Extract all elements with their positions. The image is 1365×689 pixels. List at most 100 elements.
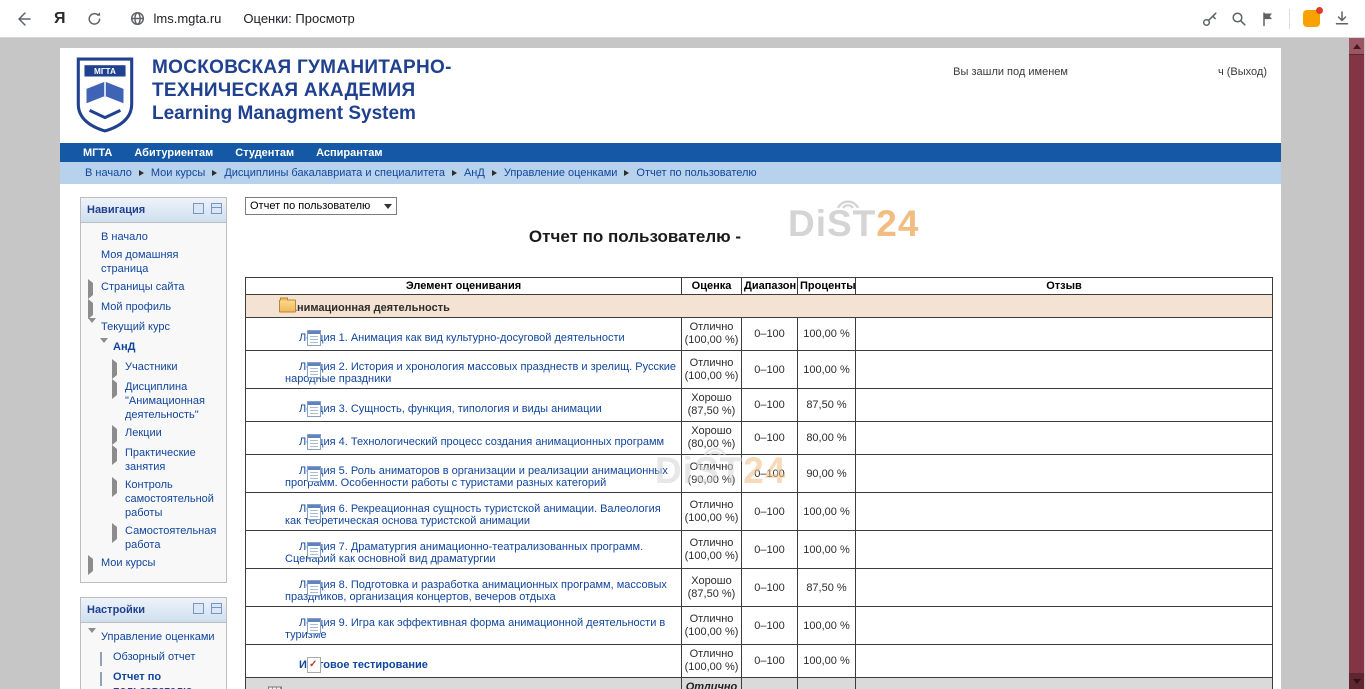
globe-icon — [129, 10, 146, 27]
breadcrumb-separator-icon — [624, 170, 629, 176]
breadcrumb-my-courses[interactable]: Мои курсы — [151, 167, 205, 179]
search-icon[interactable] — [1231, 11, 1247, 27]
sidebar-item-label[interactable]: Самостоятельная работа — [125, 524, 221, 552]
nav-item-abiturientam[interactable]: Абитуриентам — [123, 147, 224, 159]
sidebar-item-label[interactable]: Практические занятия — [125, 446, 221, 474]
nav-item-studentam[interactable]: Студентам — [224, 147, 305, 159]
logout-link[interactable]: (Выход) — [1227, 66, 1267, 78]
grade-item-link[interactable]: Лекция 6. Рекреационная сущность туристс… — [285, 503, 661, 527]
grade-item-link[interactable]: Лекция 1. Анимация как вид культурно-дос… — [299, 332, 625, 344]
report-type-select[interactable]: Отчет по пользователю — [245, 197, 397, 215]
settings-item-grade-admin[interactable]: Управление оценками — [84, 628, 223, 648]
toolbar-divider — [1289, 9, 1290, 29]
assignment-icon — [307, 330, 321, 346]
sidebar-item-label[interactable]: Дисциплина "Анимационная деятельность" — [125, 380, 221, 422]
grade-item-link[interactable]: Лекция 8. Подготовка и разработка анимац… — [285, 579, 667, 603]
sidebar-item-home[interactable]: В начало — [84, 228, 223, 246]
sidebar-item-participants[interactable]: Участники — [84, 358, 223, 378]
extension-notification-icon[interactable] — [1303, 10, 1320, 27]
breadcrumb-grade-admin[interactable]: Управление оценками — [504, 167, 618, 179]
breadcrumb-separator-icon — [139, 170, 144, 176]
scroll-down-icon[interactable] — [1349, 673, 1364, 689]
breadcrumb-home[interactable]: В начало — [85, 167, 132, 179]
dock-block-icon[interactable] — [193, 203, 204, 214]
sidebar-item-lectures[interactable]: Лекции — [84, 424, 223, 444]
sidebar-item-dashboard[interactable]: Моя домашняя страница — [84, 246, 223, 278]
settings-item-overview-report[interactable]: Обзорный отчет — [84, 648, 223, 668]
grade-item-link[interactable]: Лекция 9. Игра как эффективная форма ани… — [285, 617, 665, 641]
sidebar-item-label[interactable]: Страницы сайта — [101, 280, 185, 294]
chevron-right-icon[interactable] — [88, 556, 101, 572]
grade-row-lecture-2: Лекция 2. История и хронология массовых … — [246, 351, 1273, 389]
nav-item-mgta[interactable]: МГТА — [72, 147, 123, 159]
assignment-icon — [307, 401, 321, 417]
grade-value: Отлично — [684, 461, 739, 474]
breadcrumb-course[interactable]: АнД — [464, 167, 485, 179]
sidebar-item-label[interactable]: Мои курсы — [101, 556, 155, 570]
top-navbar: МГТА Абитуриентам Студентам Аспирантам — [60, 143, 1281, 162]
password-key-icon[interactable] — [1202, 11, 1218, 27]
breadcrumb-disciplines[interactable]: Дисциплины бакалавриата и специалитета — [224, 167, 445, 179]
grade-row-lecture-6: Лекция 6. Рекреационная сущность туристс… — [246, 493, 1273, 531]
collapse-block-icon[interactable] — [211, 203, 222, 214]
yandex-browser-icon[interactable]: Я — [54, 10, 66, 28]
grade-item-link[interactable]: Лекция 5. Роль аниматоров в организации … — [285, 465, 668, 489]
settings-item-user-report[interactable]: Отчет по пользователю — [84, 668, 223, 689]
grade-value: Отлично — [684, 613, 739, 626]
grade-item-link[interactable]: Лекция 7. Драматургия анимационно-театра… — [285, 541, 643, 565]
settings-item-label[interactable]: Обзорный отчет — [113, 650, 195, 664]
grade-item-link[interactable]: Лекция 4. Технологический процесс создан… — [299, 436, 664, 448]
chevron-right-icon[interactable] — [112, 360, 125, 376]
mgta-logo: МГТА — [76, 57, 134, 138]
chevron-right-icon[interactable] — [88, 300, 101, 316]
breadcrumb-user-report[interactable]: Отчет по пользователю — [636, 167, 756, 179]
sidebar-item-site-pages[interactable]: Страницы сайта — [84, 278, 223, 298]
sidebar-item-selfwork[interactable]: Самостоятельная работа — [84, 522, 223, 554]
sidebar-item-practical[interactable]: Практические занятия — [84, 444, 223, 476]
dock-block-icon[interactable] — [193, 603, 204, 614]
nav-item-aspirantam[interactable]: Аспирантам — [305, 147, 393, 159]
refresh-icon[interactable] — [86, 10, 103, 27]
sidebar-item-selfcontrol[interactable]: Контроль самостоятельной работы — [84, 476, 223, 522]
sidebar-item-course-and[interactable]: АнД — [84, 338, 223, 358]
back-icon[interactable] — [14, 10, 32, 28]
chevron-down-icon[interactable] — [100, 340, 113, 356]
chevron-down-icon[interactable] — [88, 630, 101, 646]
chevron-right-icon[interactable] — [112, 524, 125, 540]
chevron-right-icon[interactable] — [112, 478, 125, 494]
download-icon[interactable] — [1333, 10, 1351, 27]
percent-cell: 80,00 % — [798, 422, 856, 455]
chevron-down-icon[interactable] — [88, 320, 101, 336]
sidebar-item-current-course[interactable]: Текущий курс — [84, 318, 223, 338]
collapse-block-icon[interactable] — [211, 603, 222, 614]
sidebar-item-discipline[interactable]: Дисциплина "Анимационная деятельность" — [84, 378, 223, 424]
chevron-right-icon[interactable] — [112, 446, 125, 462]
grade-item-link[interactable]: Лекция 3. Сущность, функция, типология и… — [299, 403, 602, 415]
chevron-right-icon[interactable] — [112, 380, 125, 396]
settings-item-label[interactable]: Отчет по пользователю — [113, 670, 221, 689]
sidebar-item-label[interactable]: Текущий курс — [101, 320, 170, 334]
sidebar-item-label[interactable]: АнД — [113, 340, 135, 354]
range-cell: 0–100 — [742, 569, 798, 607]
sidebar-item-profile[interactable]: Мой профиль — [84, 298, 223, 318]
chevron-right-icon[interactable] — [88, 280, 101, 296]
feedback-cell — [856, 422, 1273, 455]
settings-item-label[interactable]: Управление оценками — [101, 630, 215, 644]
site-header: МГТА МОСКОВСКАЯ ГУМАНИТАРНО- ТЕХНИЧЕСКАЯ… — [60, 48, 1281, 143]
sidebar-item-label[interactable]: Моя домашняя страница — [101, 248, 221, 276]
sidebar-item-label[interactable]: В начало — [101, 230, 148, 244]
sidebar-item-label[interactable]: Лекции — [125, 426, 162, 440]
bookmark-flag-icon[interactable] — [1260, 11, 1276, 27]
chevron-right-icon[interactable] — [112, 426, 125, 442]
col-header-grade: Оценка — [682, 278, 742, 295]
page-title: Отчет по пользователю - — [245, 227, 1025, 247]
grade-item-link[interactable]: Лекция 2. История и хронология массовых … — [285, 361, 676, 385]
scroll-up-icon[interactable] — [1349, 38, 1364, 55]
sidebar-item-my-courses[interactable]: Мои курсы — [84, 554, 223, 574]
address-url[interactable]: lms.mgta.ru — [154, 11, 222, 26]
sidebar-item-label[interactable]: Участники — [125, 360, 178, 374]
page-scrollbar[interactable] — [1349, 38, 1364, 689]
sidebar-item-label[interactable]: Контроль самостоятельной работы — [125, 478, 221, 520]
sidebar-item-label[interactable]: Мой профиль — [101, 300, 171, 314]
grade-cell: Отлично(100,00 %) — [682, 607, 742, 645]
